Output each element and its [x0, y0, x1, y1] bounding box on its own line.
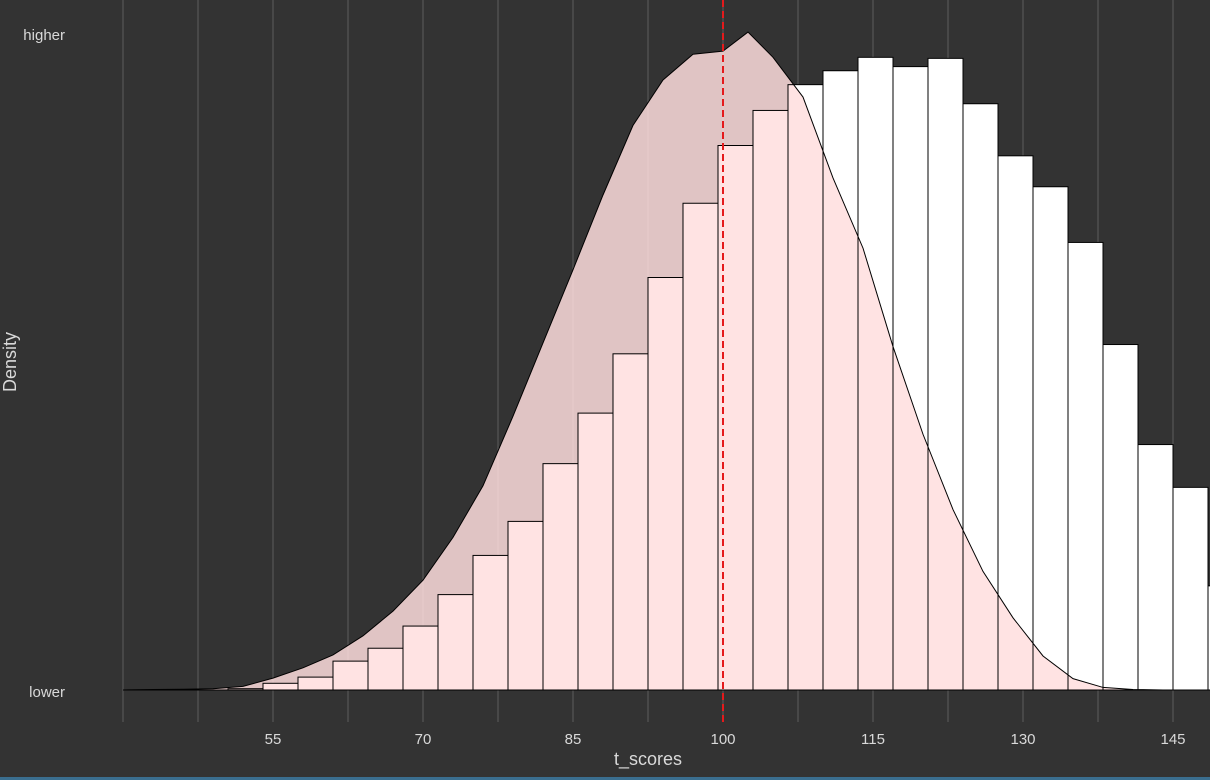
x-tick-labels: 55 70 85 100 115 130 145 — [265, 731, 1186, 748]
y-tick-labels: higher lower — [23, 27, 65, 701]
histogram-bar — [1068, 242, 1103, 690]
x-tick-label: 100 — [710, 731, 735, 748]
y-tick-label-high: higher — [23, 27, 65, 44]
x-tick-label: 55 — [265, 731, 282, 748]
x-tick-label: 145 — [1160, 731, 1185, 748]
histogram-bar — [1103, 344, 1138, 690]
histogram-bar — [1138, 444, 1173, 690]
y-axis-title: Density — [0, 332, 20, 392]
x-tick-label: 70 — [415, 731, 432, 748]
x-axis-title: t_scores — [614, 749, 682, 770]
x-tick-label: 115 — [861, 731, 885, 748]
histogram-bar — [1173, 487, 1208, 690]
x-tick-label: 130 — [1010, 731, 1035, 748]
y-tick-label-low: lower — [29, 684, 65, 701]
x-tick-label: 85 — [565, 731, 582, 748]
histogram-density-chart: 55 70 85 100 115 130 145 higher lower t_scores… — [0, 0, 1210, 770]
chart-root: 55 70 85 100 115 130 145 higher lower t_scores… — [0, 0, 1210, 780]
histogram-bar — [1033, 186, 1068, 690]
